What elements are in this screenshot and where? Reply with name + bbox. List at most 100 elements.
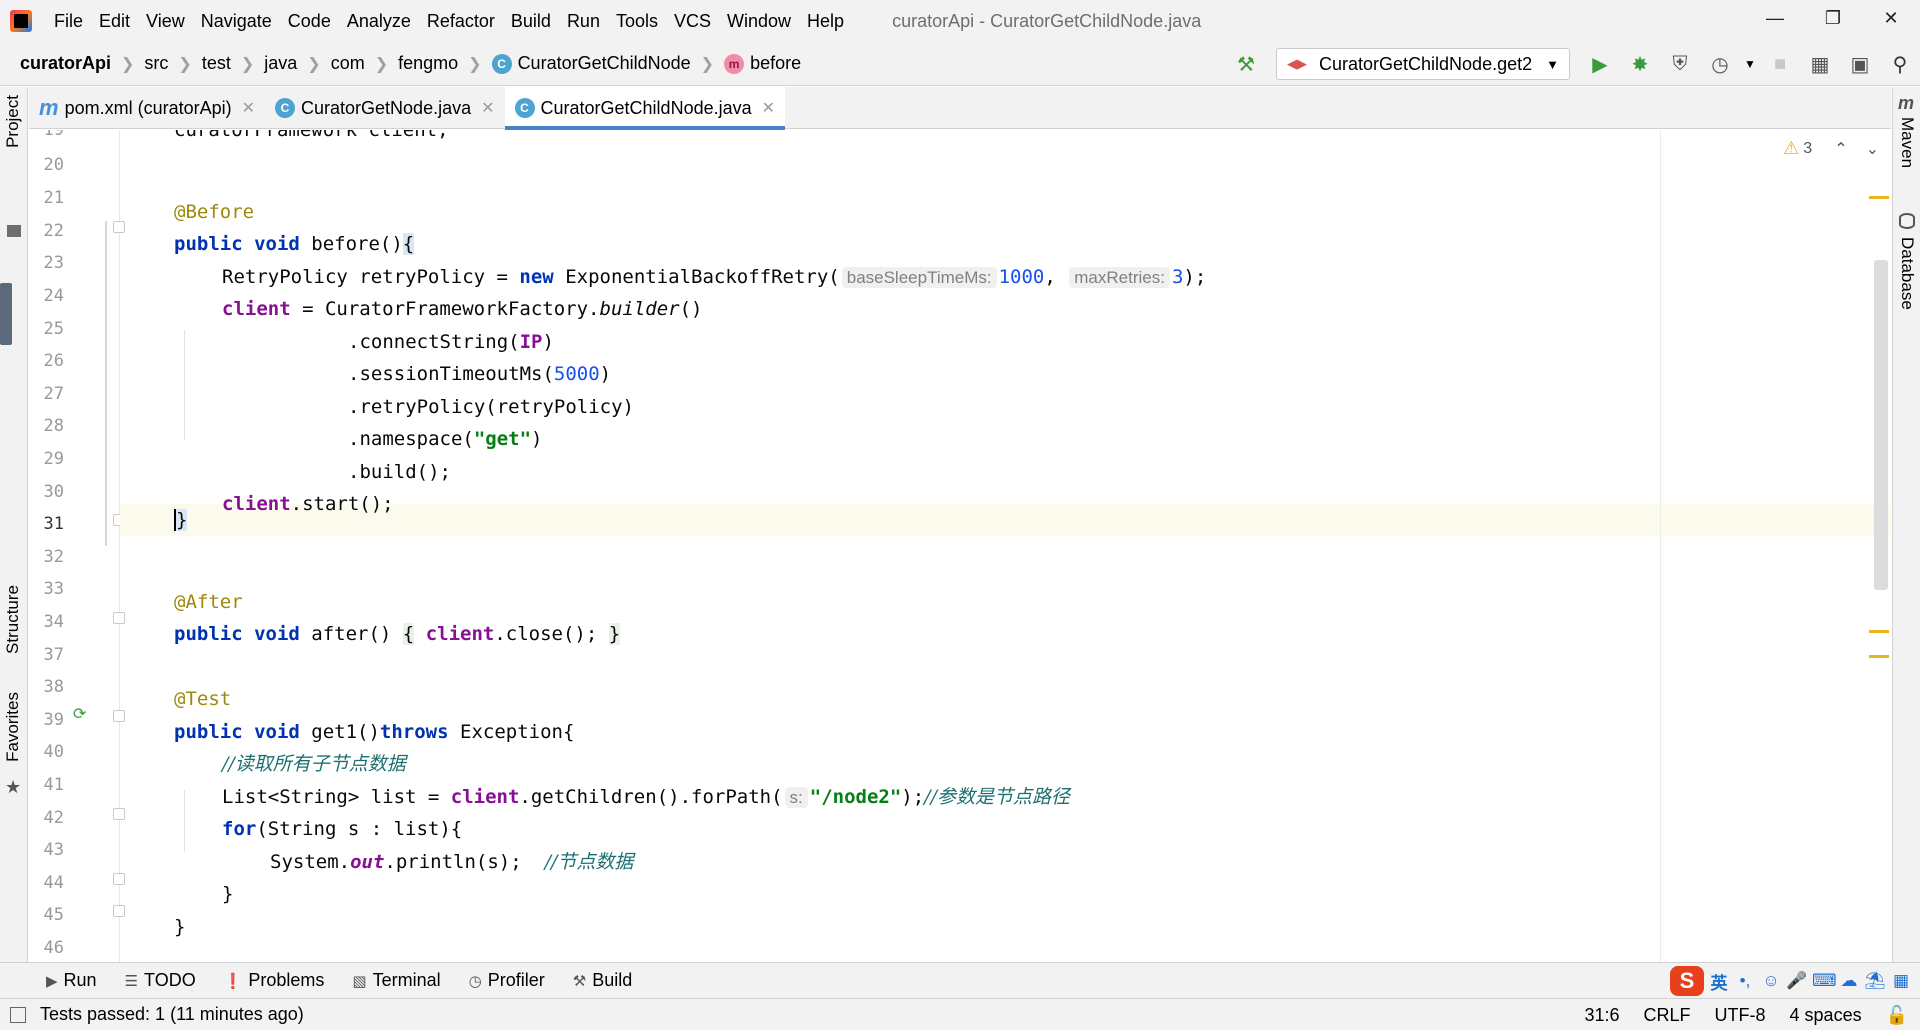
vertical-scrollbar[interactable]: [1874, 260, 1888, 590]
structure-tab-label: Structure: [3, 585, 22, 654]
line-number: 32: [43, 547, 64, 567]
close-window-button[interactable]: ✕: [1862, 0, 1920, 36]
tab-pom-xml[interactable]: m pom.xml (curatorApi) ✕: [29, 87, 265, 129]
breadcrumb-test[interactable]: test ❯: [192, 53, 254, 74]
chevron-up-icon[interactable]: ⌃: [1834, 139, 1847, 159]
profile-icon[interactable]: ◷: [1700, 42, 1740, 86]
profiler-tool-button[interactable]: ◷ Profiler: [455, 963, 559, 999]
search-icon[interactable]: ⚲: [1880, 42, 1920, 86]
breadcrumb-fengmo[interactable]: fengmo ❯: [388, 53, 481, 74]
inspection-widget[interactable]: ⚠ 3 ⌃ ⌄: [1783, 138, 1879, 159]
favorites-tool-tab[interactable]: Favorites: [3, 692, 23, 762]
menu-refactor[interactable]: Refactor: [419, 0, 503, 42]
warning-stripe-marker[interactable]: [1869, 630, 1889, 633]
warning-stripe-marker[interactable]: [1869, 196, 1889, 199]
code-line-22: public void before(){: [174, 228, 415, 260]
code-area[interactable]: curatorFramework client; @Before public …: [120, 130, 1891, 962]
breadcrumb-com[interactable]: com ❯: [321, 53, 388, 74]
breadcrumb-java[interactable]: java ❯: [254, 53, 320, 74]
todo-tool-button[interactable]: ☰ TODO: [111, 963, 210, 999]
line-number: 39: [43, 710, 64, 730]
lock-icon[interactable]: 🔓: [1874, 1005, 1920, 1026]
line-number: 22: [43, 221, 64, 241]
maven-icon: m: [1898, 93, 1915, 113]
keyboard-icon[interactable]: ⌨: [1812, 971, 1837, 991]
folded-region[interactable]: {: [402, 623, 415, 645]
run-configuration-select[interactable]: ◀▶ CuratorGetChildNode.get2 ▼: [1276, 48, 1570, 80]
menu-code[interactable]: Code: [280, 0, 339, 42]
menu-vcs[interactable]: VCS: [666, 0, 719, 42]
close-icon[interactable]: ✕: [762, 98, 775, 118]
folded-region[interactable]: }: [608, 623, 621, 645]
coverage-icon[interactable]: ⛨: [1660, 42, 1700, 86]
warning-stripe-marker[interactable]: [1869, 655, 1889, 658]
code-editor[interactable]: 19 20 21 22 23 24 25 26 27 28 29 30 31 3…: [29, 130, 1891, 962]
build-hammer-icon[interactable]: ⚒: [1226, 42, 1266, 86]
project-tool-tab[interactable]: Project: [3, 95, 23, 148]
chevron-down-icon[interactable]: ▼: [1740, 42, 1760, 86]
file-encoding[interactable]: UTF-8: [1703, 1005, 1778, 1026]
tab-curator-get-child-node[interactable]: C CuratorGetChildNode.java ✕: [504, 87, 786, 130]
tab-curator-get-node[interactable]: C CuratorGetNode.java ✕: [265, 87, 505, 129]
menu-help[interactable]: Help: [799, 0, 852, 42]
chevron-down-icon[interactable]: ⌄: [1866, 139, 1879, 159]
menu-navigate[interactable]: Navigate: [193, 0, 280, 42]
menu-build[interactable]: Build: [503, 0, 559, 42]
structure-tool-tab[interactable]: Structure: [3, 585, 23, 654]
menu-edit[interactable]: Edit: [91, 0, 138, 42]
maven-tool-tab[interactable]: Maven: [1897, 117, 1917, 168]
database-tool-tab[interactable]: Database: [1897, 237, 1917, 310]
breadcrumb-class[interactable]: C CuratorGetChildNode ❯: [482, 53, 714, 74]
window-title: curatorApi - CuratorGetChildNode.java: [892, 10, 1202, 31]
ime-punctuation-toggle[interactable]: •,: [1734, 971, 1756, 991]
run-tool-button[interactable]: ▶ Run: [0, 963, 111, 999]
code-line-43: System.out.println(s); //节点数据: [270, 846, 633, 878]
breadcrumb-src[interactable]: src ❯: [134, 53, 191, 74]
indent-setting[interactable]: 4 spaces: [1778, 1005, 1874, 1026]
line-separator[interactable]: CRLF: [1632, 1005, 1703, 1026]
code-line-33: @After: [174, 586, 243, 618]
menu-file[interactable]: File: [46, 0, 91, 42]
problems-tool-button[interactable]: ❗ Problems: [210, 963, 339, 999]
code-text: (String s : list){: [256, 818, 463, 840]
chevron-right-icon: ❯: [307, 55, 321, 73]
grid-menu-icon[interactable]: ▦: [1890, 971, 1912, 991]
resize-handle[interactable]: [0, 283, 12, 345]
tshirt-icon[interactable]: ⛱: [1864, 971, 1886, 991]
microphone-icon[interactable]: 🎤: [1786, 971, 1808, 991]
breadcrumb-label: test: [201, 53, 231, 73]
breadcrumb-method[interactable]: m before: [714, 53, 801, 74]
tool-window-bar: ▶ Run ☰ TODO ❗ Problems ▧ Terminal ◷ Profiler…: [0, 962, 1920, 998]
stop-icon[interactable]: ■: [1760, 42, 1800, 86]
tool-windows-toggle-icon[interactable]: [10, 1006, 26, 1023]
menu-window[interactable]: Window: [719, 0, 799, 42]
restore-button[interactable]: ❐: [1804, 0, 1862, 36]
project-structure-icon[interactable]: ▦: [1800, 42, 1840, 86]
string-literal: "get": [473, 428, 532, 450]
minimize-button[interactable]: —: [1746, 0, 1804, 36]
run-test-gutter-icon[interactable]: ⟳: [73, 704, 86, 724]
emoji-icon[interactable]: ☺: [1760, 971, 1782, 991]
status-message[interactable]: Tests passed: 1 (11 minutes ago): [40, 1004, 304, 1025]
breadcrumb-label: before: [750, 53, 802, 73]
caret-position[interactable]: 31:6: [1572, 1005, 1631, 1026]
close-icon[interactable]: ✕: [481, 98, 494, 118]
breadcrumb-project[interactable]: curatorApi ❯: [0, 53, 134, 74]
sogou-logo-icon[interactable]: S: [1670, 966, 1704, 996]
close-icon[interactable]: ✕: [242, 98, 255, 118]
skin-icon[interactable]: ☁: [1838, 971, 1860, 991]
menu-analyze[interactable]: Analyze: [339, 0, 419, 42]
layout-icon[interactable]: ▣: [1840, 42, 1880, 86]
build-tool-button[interactable]: ⚒ Build: [559, 963, 646, 999]
menu-view[interactable]: View: [138, 0, 193, 42]
menu-tools[interactable]: Tools: [608, 0, 666, 42]
terminal-tool-button[interactable]: ▧ Terminal: [338, 963, 454, 999]
line-number: 43: [43, 840, 64, 860]
debug-icon[interactable]: ✸: [1620, 42, 1660, 86]
menu-run[interactable]: Run: [559, 0, 608, 42]
run-icon[interactable]: ▶: [1580, 42, 1620, 86]
line-number: 42: [43, 808, 64, 828]
favorites-tab-label: Favorites: [3, 692, 22, 762]
tool-label: Problems: [248, 970, 325, 990]
ime-language-toggle[interactable]: 英: [1708, 969, 1730, 994]
